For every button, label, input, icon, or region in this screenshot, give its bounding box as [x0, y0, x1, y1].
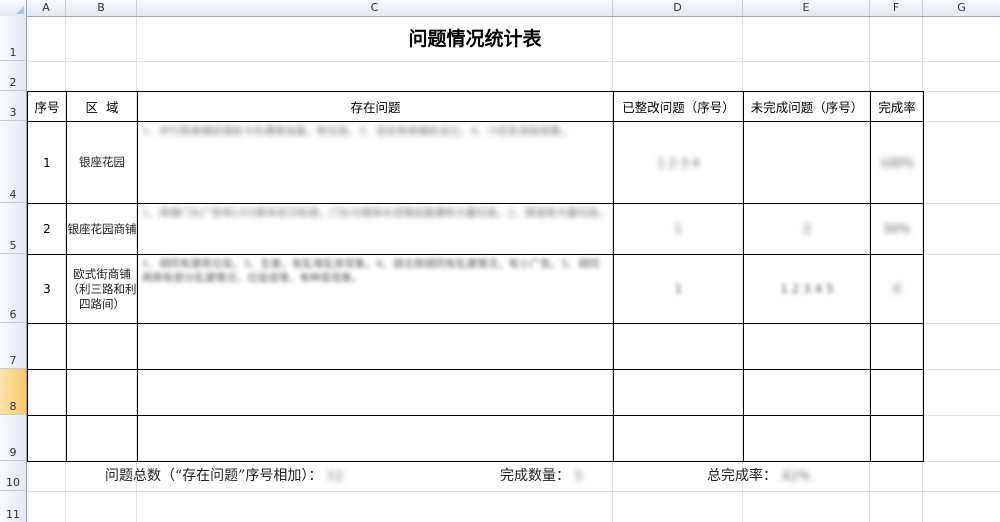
row-header-9[interactable]: 9: [0, 415, 26, 461]
row-header-3[interactable]: 3: [0, 91, 26, 121]
total-issues-label: 问题总数（“存在问题”序号相加）： 12: [105, 462, 343, 490]
row-header-7[interactable]: 7: [0, 323, 26, 369]
total-issues-value: 12: [326, 469, 344, 484]
cell-rate[interactable]: 50%: [870, 203, 924, 255]
row-header-11[interactable]: 11: [0, 491, 26, 522]
cell-area[interactable]: 银座花园: [66, 121, 138, 204]
cell-issues[interactable]: 1、胡同有建筑垃圾。3、生差，有乱堆乱放现象。4、胡北侧胡同有乱建情况，有小广告…: [137, 254, 614, 324]
header-unfinished[interactable]: 未完成问题（序号）: [743, 91, 871, 122]
cell-area[interactable]: 欧式街商铺（利三路和利四路间）: [66, 254, 138, 324]
column-header-b[interactable]: B: [66, 0, 137, 16]
done-count-label: 完成数量： 5: [500, 462, 583, 490]
row-header-4[interactable]: 4: [0, 121, 26, 203]
fixed-value: 1: [674, 282, 683, 296]
fixed-value-redacted: 1 2 3 4: [657, 155, 700, 170]
column-header-a[interactable]: A: [27, 0, 66, 16]
cell-fixed[interactable]: 1 2 3 4: [613, 121, 744, 204]
cell-fixed[interactable]: 1: [613, 254, 744, 324]
cell-index[interactable]: 2: [27, 203, 67, 255]
header-rate[interactable]: 完成率: [870, 91, 924, 122]
overall-rate-label: 总完成率： 42%: [707, 462, 810, 490]
cell-unfinished[interactable]: 2: [743, 203, 871, 255]
cell-issues[interactable]: 1、步行街商铺后墙处卡东通来加盖，有垃圾。3、宜在有商铺处设立。4、小区乱张贴现…: [137, 121, 614, 204]
rate-value-redacted: 50%: [883, 222, 911, 236]
cell-index[interactable]: 1: [27, 121, 67, 204]
rate-value-redacted: 0: [893, 282, 901, 296]
cell-rate[interactable]: 0: [870, 254, 924, 324]
column-header-e[interactable]: E: [743, 0, 870, 16]
select-all-corner[interactable]: [0, 0, 27, 16]
row-header-bar: 1 2 3 4 5 6 7 8 9 10 11: [0, 16, 27, 522]
row-header-8[interactable]: 8: [0, 369, 26, 415]
unfinished-value-redacted: 2: [803, 222, 811, 236]
column-header-c[interactable]: C: [137, 0, 613, 16]
table-row: 2 银座花园商铺 1、商铺门头广告有LED屏未创卫标语，门头与墙体水泥墙后面通有…: [27, 203, 924, 255]
column-header-bar: A B C D E F G: [0, 0, 1000, 17]
cell-unfinished[interactable]: 1 2 3 4 5: [743, 254, 871, 324]
row-header-10[interactable]: 10: [0, 461, 26, 491]
fixed-value-redacted: 1: [674, 222, 683, 236]
issue-table: 序号 区 域 存在问题 已整改问题（序号） 未完成问题（序号） 完成率 1 银座…: [27, 91, 924, 462]
header-index[interactable]: 序号: [27, 91, 67, 122]
header-issues[interactable]: 存在问题: [137, 91, 614, 122]
row-header-5[interactable]: 5: [0, 203, 26, 254]
table-header-row: 序号 区 域 存在问题 已整改问题（序号） 未完成问题（序号） 完成率: [27, 91, 924, 122]
table-row-empty: [27, 415, 924, 462]
table-row-empty: [27, 323, 924, 370]
cell-unfinished[interactable]: [743, 121, 871, 204]
rate-value-redacted: 100%: [879, 155, 915, 170]
header-fixed[interactable]: 已整改问题（序号）: [613, 91, 744, 122]
table-row-empty: [27, 369, 924, 416]
cell-rate[interactable]: 100%: [870, 121, 924, 204]
unfinished-value: 1 2 3 4 5: [780, 282, 834, 296]
header-area[interactable]: 区 域: [66, 91, 138, 122]
cell-issues[interactable]: 1、商铺门头广告有LED屏未创卫标语，门头与墙体水泥墙后面通有大量垃圾，2、楼道…: [137, 203, 614, 255]
table-row: 3 欧式街商铺（利三路和利四路间） 1、胡同有建筑垃圾。3、生差，有乱堆乱放现象…: [27, 254, 924, 324]
column-header-f[interactable]: F: [870, 0, 923, 16]
column-header-g[interactable]: G: [923, 0, 1000, 16]
cell-index[interactable]: 3: [27, 254, 67, 324]
row-header-6[interactable]: 6: [0, 254, 26, 323]
issue-text-redacted: 1、商铺门头广告有LED屏未创卫标语，门头与墙体水泥墙后面通有大量垃圾，2、楼道…: [142, 207, 609, 219]
issue-text-redacted: 1、胡同有建筑垃圾。3、生差，有乱堆乱放现象。4、胡北侧胡同有乱建情况，有小广告…: [142, 258, 600, 284]
done-count-value: 5: [574, 469, 583, 484]
cell-area[interactable]: 银座花园商铺: [66, 203, 138, 255]
table-row: 1 银座花园 1、步行街商铺后墙处卡东通来加盖，有垃圾。3、宜在有商铺处设立。4…: [27, 121, 924, 204]
cell-fixed[interactable]: 1: [613, 203, 744, 255]
sheet-title: 问题情况统计表: [408, 28, 542, 50]
row-header-2[interactable]: 2: [0, 61, 26, 91]
row-header-1[interactable]: 1: [0, 16, 26, 61]
overall-rate-value: 42%: [781, 469, 811, 484]
column-header-d[interactable]: D: [613, 0, 743, 16]
issue-text-redacted: 1、步行街商铺后墙处卡东通来加盖，有垃圾。3、宜在有商铺处设立。4、小区乱张贴现…: [142, 125, 572, 137]
